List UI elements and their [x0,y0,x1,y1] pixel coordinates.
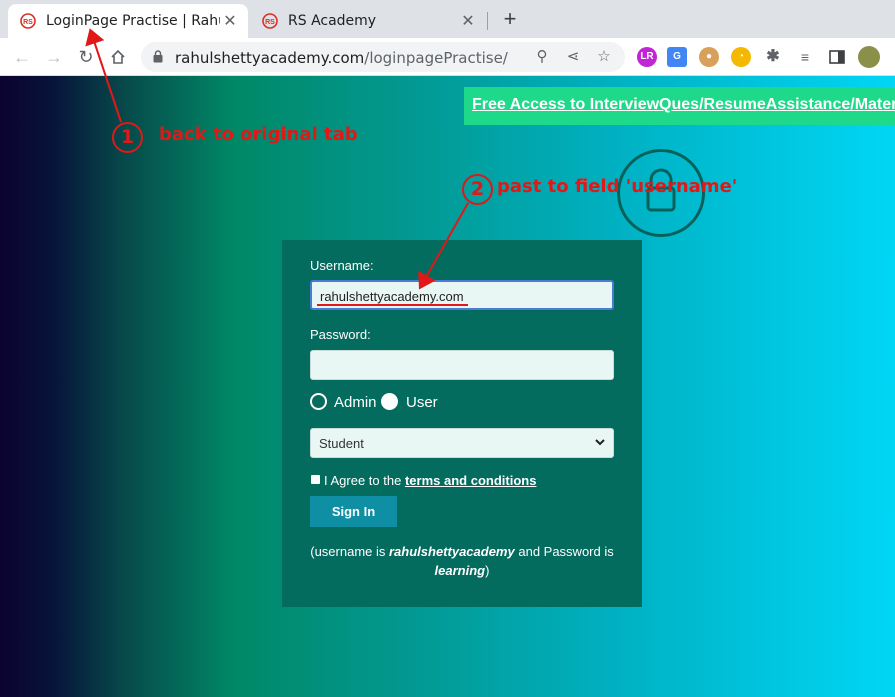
hint-part-1: (username is [310,544,386,559]
username-value: rahulshettyacademy.com [320,289,464,304]
address-bar[interactable]: rahulshettyacademy.com/loginpagePractise… [141,42,625,72]
side-panel-icon[interactable] [827,47,847,67]
admin-radio-label: Admin [334,394,377,411]
bookmark-star-icon[interactable]: ☆ [595,48,613,66]
tab-strip: RS LoginPage Practise | Rahul ✕ RS RS Ac… [0,0,895,38]
step-2-text: past to field 'username' [497,176,738,197]
media-queue-icon[interactable]: ≡ [795,47,815,67]
username-label: Username: [310,258,374,273]
username-input[interactable]: rahulshettyacademy.com [310,280,614,310]
step-1-text: back to original tab [159,124,358,145]
terms-text: I Agree to the terms and conditions [324,473,536,488]
login-page: Free Access to InterviewQues/ResumeAssis… [0,76,895,697]
svg-text:RS: RS [265,19,275,26]
url-text: rahulshettyacademy.com/loginpagePractise… [175,49,508,67]
home-icon[interactable] [105,44,131,70]
url-host: rahulshettyacademy.com [175,49,365,67]
svg-text:RS: RS [23,19,33,26]
password-input[interactable] [310,350,614,380]
hint-part-2: and Password is [518,544,614,559]
free-access-link[interactable]: Free Access to InterviewQues/ResumeAssis… [472,96,895,114]
close-tab-icon[interactable]: ✕ [220,11,240,31]
tab-rs-academy[interactable]: RS RS Academy ✕ [250,4,486,38]
role-select[interactable]: Student [310,428,614,458]
free-access-banner: Free Access to InterviewQues/ResumeAssis… [464,87,895,125]
password-label: Password: [310,327,371,342]
hint-part-3: ) [485,563,490,578]
lock-icon [153,50,163,63]
profile-avatar[interactable] [858,46,880,68]
url-path: /loginpagePractise/ [364,49,508,67]
zoom-icon[interactable]: ⚲ [533,48,551,66]
step-1-badge: 1 [112,122,143,153]
speed-extension-icon[interactable]: ◔ [731,47,751,67]
tab-title: RS Academy [288,13,377,29]
share-icon[interactable]: ⋖ [564,48,582,66]
terms-checkbox[interactable] [311,475,320,484]
user-radio[interactable] [381,393,398,410]
tab-divider [487,12,488,30]
translate-extension-icon[interactable]: G [667,47,687,67]
chevron-down-icon [595,439,605,446]
rs-favicon-icon: RS [262,13,278,29]
forward-arrow-icon[interactable]: → [41,44,67,70]
terms-link[interactable]: terms and conditions [405,473,536,488]
tab-loginpage[interactable]: RS LoginPage Practise | Rahul ✕ [8,4,248,38]
step-2-badge: 2 [462,174,493,205]
new-tab-button[interactable]: + [498,8,522,32]
browser-toolbar: ← → ↻ rahulshettyacademy.com/loginpagePr… [0,38,895,76]
terms-prefix: I Agree to the [324,473,402,488]
lr-extension-icon[interactable]: LR [637,47,657,67]
admin-radio[interactable] [310,393,327,410]
role-select-value: Student [319,436,364,451]
user-radio-label: User [406,394,438,411]
back-arrow-icon[interactable]: ← [9,44,35,70]
close-tab-icon[interactable]: ✕ [458,11,478,31]
cookie-extension-icon[interactable]: ● [699,47,719,67]
hint-username: rahulshettyacademy [389,544,515,559]
sign-in-button[interactable]: Sign In [310,496,397,527]
reload-icon[interactable]: ↻ [73,44,99,70]
tab-title: LoginPage Practise | Rahul [46,13,220,29]
login-form: Username: rahulshettyacademy.com Passwor… [282,240,642,607]
hint-password: learning [434,563,486,578]
credentials-hint: (username is rahulshettyacademy and Pass… [302,542,622,580]
rs-favicon-icon: RS [20,13,36,29]
puzzle-extensions-icon[interactable]: ✱ [763,47,783,67]
